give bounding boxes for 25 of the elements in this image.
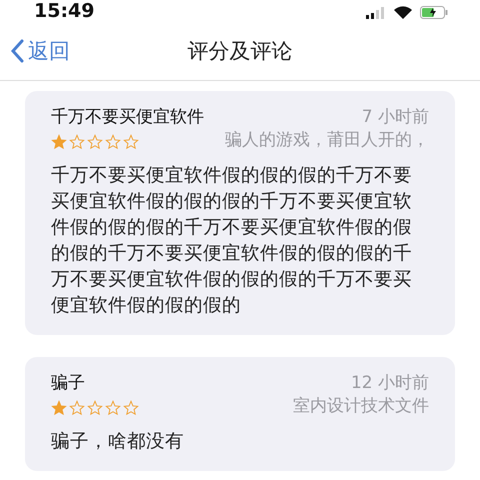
signal-icon: [366, 6, 386, 18]
empty-star-icon: [69, 400, 85, 416]
review-title: 千万不要买便宜软件: [51, 106, 204, 128]
empty-star-icon: [69, 134, 85, 150]
review-text: 骗子，啥都没有: [51, 430, 185, 454]
wifi-icon: [394, 6, 412, 19]
battery-icon: [420, 6, 448, 19]
chevron-left-icon: [10, 39, 24, 63]
review-time: 7 小时前: [362, 106, 429, 128]
filled-star-icon: [51, 134, 67, 150]
filled-star-icon: [51, 400, 67, 416]
empty-star-icon: [105, 134, 121, 150]
review-time: 12 小时前: [350, 372, 429, 394]
empty-star-icon: [123, 400, 139, 416]
empty-star-icon: [105, 400, 121, 416]
reviewer-name: 室内设计技术文件: [293, 395, 429, 417]
page-title: 评分及评论: [188, 38, 292, 65]
empty-star-icon: [87, 134, 103, 150]
review-text: 千万不要买便宜软件假的假的假的千万不要买便宜软件假的假的假的千万不要买便宜软件假的假的假的千万不要买便宜软件假的假的假的千万不要买便宜软件假的假的假的千万不要买便宜软件假的假的假的千万不要买便宜软件假的假的假的: [51, 164, 413, 318]
reviewer-name: 骗人的游戏，莆田人开的，: [225, 129, 429, 151]
clock-time: 15:49: [34, 0, 94, 22]
back-button[interactable]: 返回: [0, 37, 70, 65]
review-title: 骗子: [51, 372, 85, 394]
empty-star-icon: [87, 400, 103, 416]
empty-star-icon: [123, 134, 139, 150]
